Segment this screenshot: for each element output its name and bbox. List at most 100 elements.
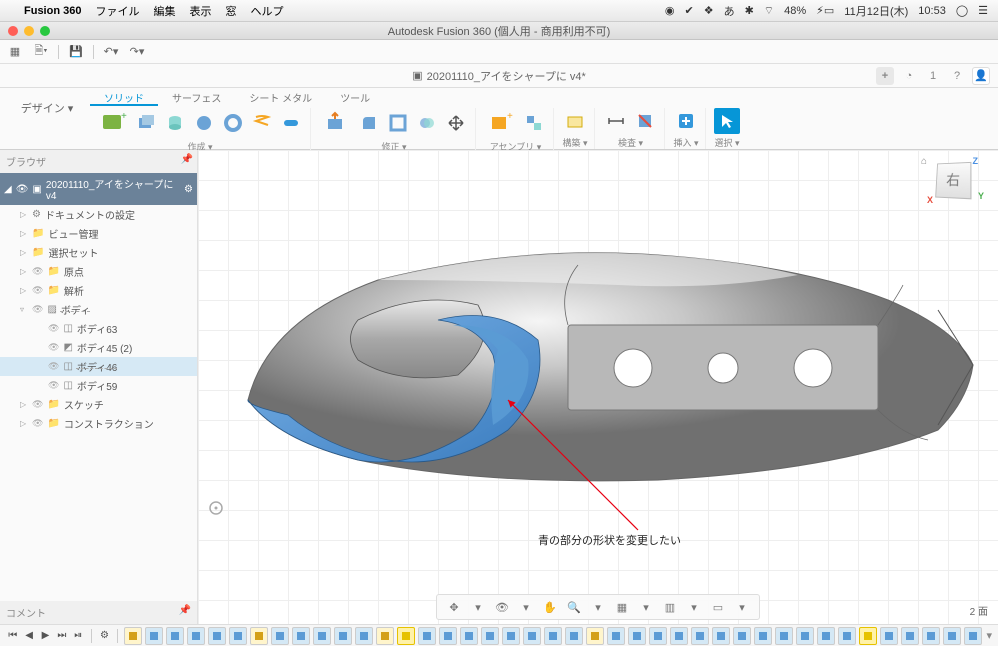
timeline-feature[interactable] — [565, 627, 583, 645]
timeline-feature[interactable] — [166, 627, 184, 645]
browser-root[interactable]: ◢👁▣ 20201110_アイをシャープに v4 ⚙ — [0, 173, 197, 205]
viewcube-home-icon[interactable]: ⌂ — [921, 156, 927, 167]
group-label[interactable]: 挿入 ▾ — [673, 136, 698, 149]
timeline-feature[interactable] — [292, 627, 310, 645]
timeline-feature[interactable] — [796, 627, 814, 645]
viewport-icon[interactable]: ▭ — [709, 598, 727, 616]
timeline-feature[interactable] — [607, 627, 625, 645]
help-icon[interactable]: ? — [948, 67, 966, 85]
wifi-icon[interactable]: ⌔ — [764, 4, 774, 18]
redo-icon[interactable]: ↷▾ — [128, 43, 146, 61]
timeline-feature[interactable] — [586, 627, 604, 645]
timeline-end-button[interactable]: ⏭ — [55, 629, 68, 643]
undo-icon[interactable]: ↶▾ — [102, 43, 120, 61]
tab-tools[interactable]: ツール — [326, 88, 384, 106]
section-button[interactable] — [632, 108, 658, 134]
menu-help[interactable]: ヘルプ — [250, 3, 283, 19]
workspace-switcher[interactable]: デザイン ▾ — [8, 94, 86, 122]
timeline-feature[interactable] — [754, 627, 772, 645]
coil-button[interactable] — [249, 110, 275, 136]
timeline-feature[interactable] — [964, 627, 982, 645]
model-3d[interactable] — [238, 230, 978, 490]
browser-row[interactable]: 👁◫ボディ46 — [0, 357, 197, 376]
new-sketch-button[interactable]: + — [96, 108, 130, 138]
minimize-window-button[interactable] — [24, 26, 34, 36]
close-window-button[interactable] — [8, 26, 18, 36]
press-pull-button[interactable] — [319, 108, 353, 138]
timeline-settings-icon[interactable]: ⚙ — [98, 629, 111, 643]
app-name[interactable]: Fusion 360 — [24, 5, 81, 17]
browser-row[interactable]: ▷📁選択セット — [0, 243, 197, 262]
pipe-button[interactable] — [278, 110, 304, 136]
display-icon[interactable]: ▦ — [613, 598, 631, 616]
pin-icon[interactable]: 📌 — [181, 154, 193, 165]
timeline-collapse-icon[interactable]: ▾ — [987, 629, 993, 642]
save-icon[interactable]: 💾 — [67, 43, 85, 61]
viewcube-face[interactable]: 右 — [935, 162, 971, 199]
data-panel-icon[interactable]: ▦ — [6, 43, 24, 61]
timeline-feature[interactable] — [523, 627, 541, 645]
timeline-feature[interactable] — [628, 627, 646, 645]
menu-view[interactable]: 表示 — [189, 3, 211, 19]
timeline-next-button[interactable]: ▶ — [39, 629, 52, 643]
shell-button[interactable] — [385, 110, 411, 136]
timeline-feature[interactable] — [733, 627, 751, 645]
browser-row[interactable]: 👁◫ボディ59 — [0, 376, 197, 395]
battery-icon[interactable]: ⚡︎▭ — [816, 4, 834, 17]
extensions-icon[interactable]: ◔ — [900, 67, 918, 85]
timeline-feature[interactable] — [859, 627, 877, 645]
tab-sheetmetal[interactable]: シート メタル — [235, 88, 326, 106]
timeline-feature[interactable] — [670, 627, 688, 645]
menu-edit[interactable]: 編集 — [153, 3, 175, 19]
orbit-icon[interactable]: ✥ — [445, 598, 463, 616]
status-lang-icon[interactable]: あ — [724, 3, 735, 19]
timeline-feature[interactable] — [691, 627, 709, 645]
timeline-feature[interactable] — [901, 627, 919, 645]
timeline-play-button[interactable]: ⏯ — [72, 629, 85, 643]
timeline-feature[interactable] — [355, 627, 373, 645]
avatar[interactable]: 👤 — [972, 67, 990, 85]
timeline-feature[interactable] — [880, 627, 898, 645]
timeline-feature[interactable] — [502, 627, 520, 645]
zoom-icon[interactable]: 🔍 — [565, 598, 583, 616]
timeline-feature[interactable] — [376, 627, 394, 645]
plane-button[interactable] — [562, 108, 588, 134]
file-menu-icon[interactable]: 🗎▾ — [32, 43, 50, 61]
timeline-feature[interactable] — [271, 627, 289, 645]
status-icon[interactable]: ✔︎ — [684, 4, 693, 17]
timeline-feature[interactable] — [460, 627, 478, 645]
notifications-icon[interactable]: 1 — [924, 67, 942, 85]
move-button[interactable] — [443, 110, 469, 136]
insert-button[interactable] — [673, 108, 699, 134]
timeline-feature[interactable] — [418, 627, 436, 645]
torus-button[interactable] — [220, 110, 246, 136]
timeline-feature[interactable] — [145, 627, 163, 645]
browser-row[interactable]: ▷📁ビュー管理 — [0, 224, 197, 243]
tab-solid[interactable]: ソリッド — [90, 88, 158, 106]
status-icon[interactable]: ✱ — [745, 4, 754, 17]
status-icon[interactable]: ❖ — [704, 4, 714, 17]
zoom-window-button[interactable] — [40, 26, 50, 36]
box-button[interactable] — [133, 110, 159, 136]
timeline-feature[interactable] — [712, 627, 730, 645]
timeline-feature[interactable] — [250, 627, 268, 645]
measure-button[interactable] — [603, 108, 629, 134]
timeline-feature[interactable] — [649, 627, 667, 645]
timeline-feature[interactable] — [208, 627, 226, 645]
browser-row[interactable]: ▷👁📁スケッチ — [0, 395, 197, 414]
browser-row[interactable]: ▷👁📁コンストラクション — [0, 414, 197, 433]
status-icon[interactable]: ◉ — [665, 4, 675, 17]
menu-file[interactable]: ファイル — [95, 3, 139, 19]
notification-center-icon[interactable]: ☰ — [978, 4, 988, 17]
sphere-button[interactable] — [191, 110, 217, 136]
timeline-start-button[interactable]: ⏮ — [6, 629, 19, 643]
cylinder-button[interactable] — [162, 110, 188, 136]
timeline-prev-button[interactable]: ◀ — [22, 629, 35, 643]
group-label[interactable]: 選択 ▾ — [714, 136, 739, 149]
timeline-feature[interactable] — [775, 627, 793, 645]
siri-icon[interactable]: ◯ — [956, 4, 968, 17]
combine-button[interactable] — [414, 110, 440, 136]
timeline-feature[interactable] — [439, 627, 457, 645]
browser-row[interactable]: ▿👁▨ボディ — [0, 300, 197, 319]
group-label[interactable]: 構築 ▾ — [562, 136, 587, 149]
